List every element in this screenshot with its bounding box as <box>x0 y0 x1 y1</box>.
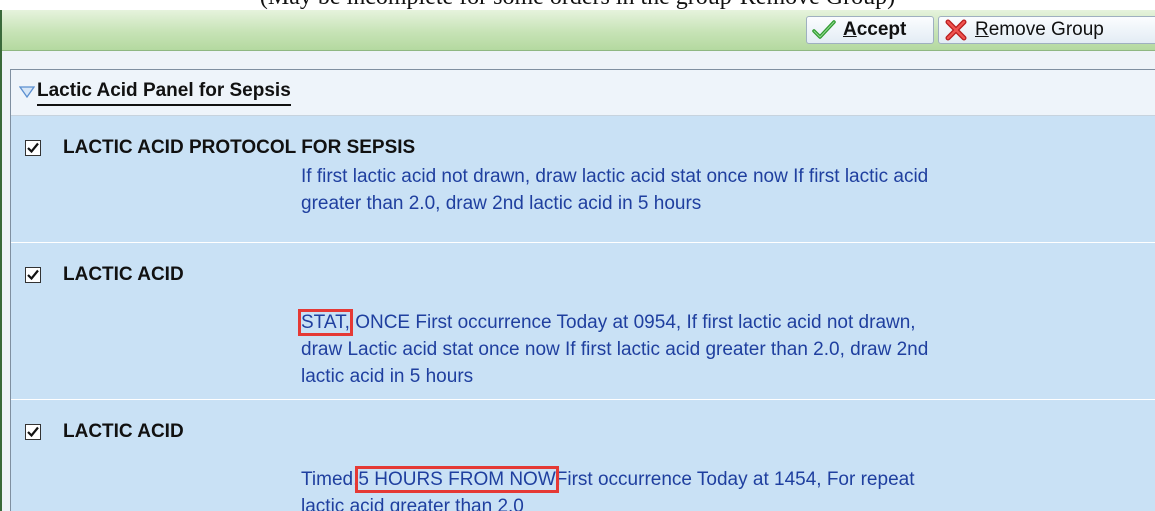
order-row: LACTIC ACID Timed,5 HOURS FROM NOWFirst … <box>11 402 1155 511</box>
order-group-window: Accept Remove Group Lactic Acid Panel fo… <box>0 10 1155 511</box>
details-prefix: Timed, <box>301 469 359 490</box>
remove-group-button[interactable]: Remove Group <box>938 16 1155 44</box>
checkmark-icon <box>811 19 837 41</box>
order-name: LACTIC ACID <box>63 264 184 285</box>
order-details[interactable]: If first lactic acid not drawn, draw lac… <box>301 163 1121 217</box>
highlight-box-stat: STAT, <box>298 309 353 336</box>
details-line: STAT, ONCE First occurrence Today at 095… <box>298 309 1121 336</box>
order-name: LACTIC ACID PROTOCOL FOR SEPSIS <box>63 137 416 158</box>
order-name: LACTIC ACID <box>63 421 184 442</box>
remove-mnemonic: R <box>975 19 989 40</box>
details-line: lactic acid in 5 hours <box>301 366 474 387</box>
cut-off-caption: (May be incomplete for some orders in th… <box>0 0 1155 9</box>
details-line: If first lactic acid not drawn, draw lac… <box>301 166 929 187</box>
collapse-arrow-icon[interactable] <box>18 85 36 99</box>
order-row: LACTIC ACID STAT, ONCE First occurrence … <box>11 245 1155 400</box>
order-group-panel: Lactic Acid Panel for Sepsis LACTIC ACID… <box>10 69 1155 511</box>
toolbar: Accept Remove Group <box>2 10 1155 51</box>
red-x-icon <box>943 19 969 41</box>
group-title[interactable]: Lactic Acid Panel for Sepsis <box>37 78 291 106</box>
remove-group-label: emove Group <box>988 19 1104 40</box>
accept-button[interactable]: Accept <box>806 16 934 44</box>
details-line: greater than 2.0, draw 2nd lactic acid i… <box>301 193 702 214</box>
details-line: Timed,5 HOURS FROM NOWFirst occurrence T… <box>301 466 1121 493</box>
details-text: First occurrence Today at 1454, For repe… <box>555 469 915 490</box>
order-checkbox[interactable] <box>25 140 41 156</box>
details-line: lactic acid greater than 2.0 <box>301 496 524 511</box>
accept-mnemonic: A <box>843 19 857 40</box>
highlight-box-timing: 5 HOURS FROM NOW <box>355 466 559 493</box>
group-header[interactable]: Lactic Acid Panel for Sepsis <box>11 70 1155 116</box>
order-details[interactable]: Timed,5 HOURS FROM NOWFirst occurrence T… <box>301 466 1121 511</box>
details-line: draw Lactic acid stat once now If first … <box>301 339 929 360</box>
order-checkbox[interactable] <box>25 424 41 440</box>
order-checkbox[interactable] <box>25 267 41 283</box>
order-details[interactable]: STAT, ONCE First occurrence Today at 095… <box>298 309 1121 390</box>
accept-label: ccept <box>856 19 907 40</box>
order-row: LACTIC ACID PROTOCOL FOR SEPSIS If first… <box>11 118 1155 243</box>
details-text: ONCE First occurrence Today at 0954, If … <box>355 312 916 333</box>
